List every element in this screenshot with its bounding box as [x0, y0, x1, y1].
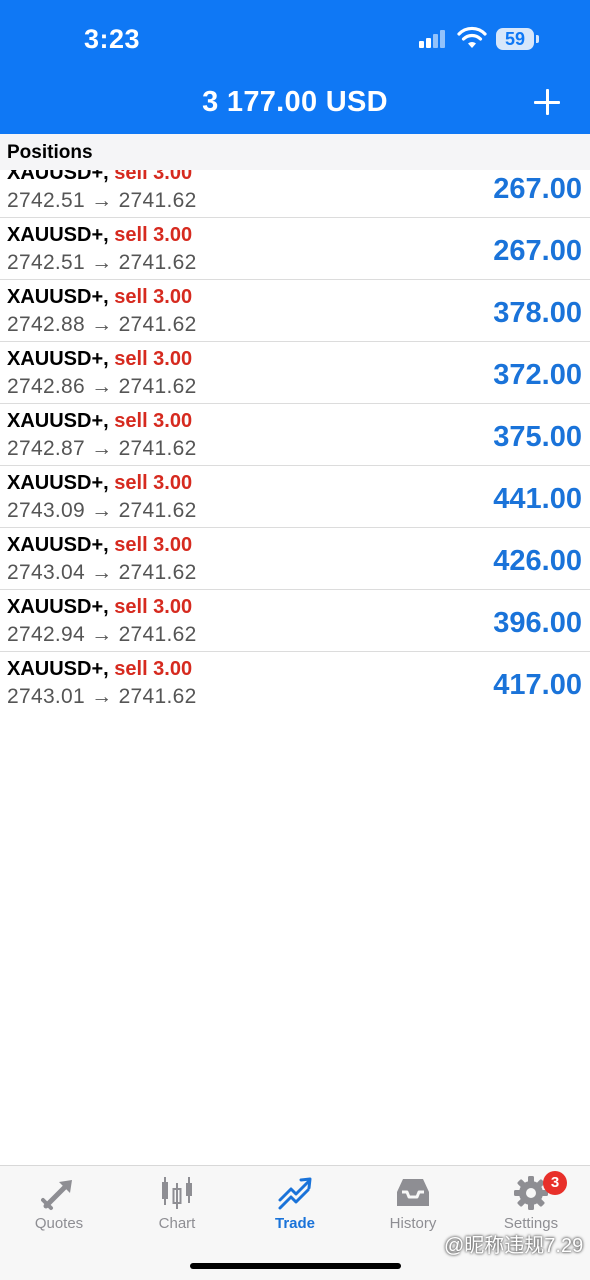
position-side: sell 3.00 — [114, 224, 193, 246]
position-row[interactable]: XAUUSD+, sell 3.00 2743.01 → 2741.62 417.0… — [0, 652, 590, 713]
position-prices: 2742.88 → 2741.62 — [7, 313, 197, 336]
position-profit: 372.00 — [493, 359, 582, 391]
position-prices: 2743.09 → 2741.62 — [7, 499, 197, 522]
position-side: sell 3.00 — [114, 472, 193, 494]
position-profit: 441.00 — [493, 483, 582, 515]
position-prices: 2743.01 → 2741.62 — [7, 685, 197, 708]
battery-icon: 59 — [496, 28, 534, 50]
positions-list-content: XAUUSD+, sell 3.00 2742.51 → 2741.62 267.0… — [0, 170, 590, 713]
position-row[interactable]: XAUUSD+, sell 3.00 2742.94 → 2741.62 396.0… — [0, 590, 590, 652]
position-side: sell 3.00 — [114, 348, 193, 370]
position-row[interactable]: XAUUSD+, sell 3.00 2742.87 → 2741.62 375.0… — [0, 404, 590, 466]
position-title: XAUUSD+, sell 3.00 — [7, 410, 192, 433]
position-side: sell 3.00 — [114, 596, 193, 618]
position-profit: 267.00 — [493, 235, 582, 267]
position-profit: 417.00 — [493, 669, 582, 701]
position-profit: 375.00 — [493, 421, 582, 453]
quotes-icon — [41, 1180, 72, 1210]
position-title: XAUUSD+, sell 3.00 — [7, 286, 192, 309]
position-title: XAUUSD+, sell 3.00 — [7, 658, 192, 681]
battery-tip — [536, 35, 539, 43]
position-prices: 2743.04 → 2741.62 — [7, 561, 197, 584]
tab-trade[interactable]: Trade — [236, 1166, 354, 1246]
position-prices: 2742.87 → 2741.62 — [7, 437, 197, 460]
tab-chart[interactable]: Chart — [118, 1166, 236, 1246]
tab-quotes[interactable]: Quotes — [0, 1166, 118, 1246]
position-symbol: XAUUSD+, — [7, 348, 109, 370]
plus-icon[interactable] — [531, 86, 563, 118]
position-side: sell 3.00 — [114, 286, 193, 308]
position-symbol: XAUUSD+, — [7, 472, 109, 494]
position-title: XAUUSD+, sell 3.00 — [7, 534, 192, 557]
position-prices: 2742.51 → 2741.62 — [7, 189, 197, 212]
position-symbol: XAUUSD+, — [7, 410, 109, 432]
position-side: sell 3.00 — [114, 170, 193, 184]
position-profit: 267.00 — [493, 173, 582, 205]
balance-title: 3 177.00 USD — [202, 86, 388, 118]
inbox-icon — [397, 1179, 429, 1206]
position-title: XAUUSD+, sell 3.00 — [7, 596, 192, 619]
position-symbol: XAUUSD+, — [7, 286, 109, 308]
position-prices: 2742.94 → 2741.62 — [7, 623, 197, 646]
position-profit: 378.00 — [493, 297, 582, 329]
position-row[interactable]: XAUUSD+, sell 3.00 2742.86 → 2741.62 372.0… — [0, 342, 590, 404]
position-symbol: XAUUSD+, — [7, 596, 109, 618]
watermark-text: @昵称违规7.29 — [444, 1235, 584, 1257]
header-bar: 3:23 59 3 177.00 USD — [0, 0, 590, 134]
position-profit: 396.00 — [493, 607, 582, 639]
position-profit: 426.00 — [493, 545, 582, 577]
position-symbol: XAUUSD+, — [7, 658, 109, 680]
trade-icon — [278, 1177, 312, 1210]
candlestick-chart-icon — [162, 1177, 192, 1209]
position-title: XAUUSD+, sell 3.00 — [7, 348, 192, 371]
position-symbol: XAUUSD+, — [7, 170, 109, 184]
position-prices: 2742.86 → 2741.62 — [7, 375, 197, 398]
section-title: Positions — [7, 142, 93, 163]
position-symbol: XAUUSD+, — [7, 534, 109, 556]
positions-list[interactable]: XAUUSD+, sell 3.00 2742.51 → 2741.62 267.0… — [0, 170, 590, 713]
position-title: XAUUSD+, sell 3.00 — [7, 224, 192, 247]
tab-label-chart: Chart — [158, 1215, 196, 1232]
tab-label-trade: Trade — [274, 1215, 316, 1232]
position-row[interactable]: XAUUSD+, sell 3.00 2742.51 → 2741.62 267.0… — [0, 218, 590, 280]
position-side: sell 3.00 — [114, 410, 193, 432]
position-side: sell 3.00 — [114, 534, 193, 556]
tab-label-quotes: Quotes — [34, 1215, 84, 1232]
notification-badge: 3 — [543, 1171, 567, 1195]
positions-section-header: Positions — [0, 134, 590, 170]
position-row[interactable]: XAUUSD+, sell 3.00 2743.04 → 2741.62 426.0… — [0, 528, 590, 590]
wifi-icon — [457, 26, 487, 48]
position-row[interactable]: XAUUSD+, sell 3.00 2742.51 → 2741.62 267.0… — [0, 170, 590, 218]
status-time: 3:23 — [84, 24, 141, 54]
position-prices: 2742.51 → 2741.62 — [7, 251, 197, 274]
position-title: XAUUSD+, sell 3.00 — [7, 472, 192, 495]
trade-screen: 3:23 59 3 177.00 USD Positions XAUUSD+, … — [0, 0, 590, 1280]
position-row[interactable]: XAUUSD+, sell 3.00 2743.09 → 2741.62 441.0… — [0, 466, 590, 528]
cellular-signal-icon — [419, 30, 449, 48]
position-row[interactable]: XAUUSD+, sell 3.00 2742.88 → 2741.62 378.0… — [0, 280, 590, 342]
position-side: sell 3.00 — [114, 658, 193, 680]
position-symbol: XAUUSD+, — [7, 224, 109, 246]
home-indicator[interactable] — [190, 1263, 401, 1269]
position-title: XAUUSD+, sell 3.00 — [7, 170, 192, 185]
